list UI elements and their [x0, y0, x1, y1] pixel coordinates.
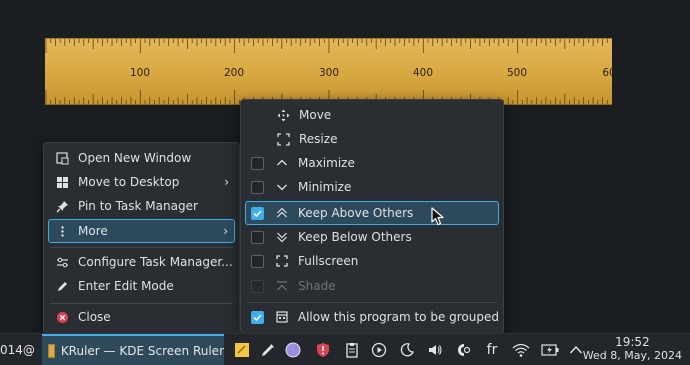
- close-icon: [54, 309, 70, 325]
- maximize-checkbox[interactable]: [251, 156, 264, 170]
- edit-icon: [54, 278, 70, 294]
- menu-item-move-to-desktop[interactable]: Move to Desktop ›: [48, 171, 235, 193]
- menu-item-label: Close: [78, 310, 111, 324]
- media-player-icon[interactable]: [369, 340, 389, 360]
- task-title: KRuler — KDE Screen Ruler: [60, 343, 224, 358]
- clock-date: Wed 8, May, 2024: [582, 349, 682, 362]
- color-circle-icon[interactable]: [283, 340, 303, 360]
- desktop-icon: [54, 174, 70, 190]
- clock-time: 19:52: [615, 335, 650, 349]
- menu-item-allow-grouping[interactable]: Allow this program to be grouped: [245, 306, 499, 328]
- volume-icon[interactable]: [425, 340, 445, 360]
- more-submenu: Move Resize Maximize Minimize Keep Above…: [240, 99, 504, 334]
- ruler-label: 200: [223, 67, 245, 79]
- menu-item-open-new-window[interactable]: Open New Window: [48, 147, 235, 169]
- maximize-icon: [274, 155, 290, 171]
- menu-item-resize[interactable]: Resize: [245, 128, 499, 150]
- taskbar-task-partial[interactable]: 014@: [0, 334, 40, 365]
- keep-below-checkbox[interactable]: [251, 230, 264, 244]
- kruler-window[interactable]: 100 200 300 400 500 60: [45, 38, 612, 105]
- checkmark-icon: [253, 313, 262, 321]
- menu-item-pin-to-task-manager[interactable]: Pin to Task Manager: [48, 195, 235, 217]
- wifi-icon[interactable]: [511, 340, 531, 360]
- fullscreen-icon: [274, 253, 290, 269]
- keyboard-layout-indicator[interactable]: fr: [482, 340, 502, 360]
- minimize-checkbox[interactable]: [251, 180, 264, 194]
- digital-clock[interactable]: 19:52 Wed 8, May, 2024: [582, 335, 682, 363]
- chevron-right-icon: ›: [223, 224, 228, 238]
- configure-icon: [54, 254, 70, 270]
- menu-item-move[interactable]: Move: [245, 104, 499, 126]
- menu-item-label: Maximize: [298, 156, 355, 170]
- menu-item-label: Enter Edit Mode: [78, 279, 174, 293]
- night-light-icon[interactable]: [397, 340, 417, 360]
- menu-item-label: Configure Task Manager...: [78, 255, 233, 269]
- menu-item-configure-task-manager[interactable]: Configure Task Manager...: [48, 251, 235, 273]
- move-icon: [275, 107, 291, 123]
- mouse-cursor-icon: [431, 207, 444, 226]
- clipboard-icon[interactable]: [342, 340, 362, 360]
- menu-item-maximize[interactable]: Maximize: [245, 152, 499, 174]
- ruler-label: 100: [129, 67, 151, 79]
- color-picker-icon[interactable]: [258, 340, 278, 360]
- menu-item-label: Shade: [298, 279, 336, 293]
- menu-item-enter-edit-mode[interactable]: Enter Edit Mode: [48, 275, 235, 297]
- menu-item-label: Open New Window: [78, 151, 192, 165]
- taskbar: 014@ KRuler — KDE Screen Ruler fr 19:52: [0, 333, 690, 365]
- menu-item-label: Resize: [299, 132, 338, 146]
- menu-item-label: Keep Below Others: [298, 230, 412, 244]
- pin-icon: [54, 198, 70, 214]
- notes-icon[interactable]: [232, 340, 252, 360]
- resize-icon: [275, 131, 291, 147]
- menu-item-label: Allow this program to be grouped: [297, 310, 499, 324]
- group-icon: [274, 309, 290, 325]
- new-window-icon: [54, 150, 70, 166]
- more-dots-icon: [54, 223, 70, 239]
- kdeconnect-icon[interactable]: [454, 340, 474, 360]
- menu-item-label: Move: [299, 108, 332, 122]
- ruler-label: 60: [602, 67, 612, 79]
- menu-separator: [247, 302, 497, 303]
- menu-item-keep-below-others[interactable]: Keep Below Others: [245, 226, 499, 248]
- taskbar-task-kruler[interactable]: KRuler — KDE Screen Ruler: [42, 334, 224, 365]
- keep-above-checkbox[interactable]: [251, 206, 264, 220]
- menu-separator: [50, 247, 233, 248]
- menu-item-label: Keep Above Others: [298, 206, 414, 220]
- ruler-label: 300: [318, 67, 340, 79]
- chevron-right-icon: ›: [224, 175, 229, 189]
- menu-item-label: More: [78, 224, 108, 238]
- menu-item-keep-above-others[interactable]: Keep Above Others: [245, 201, 499, 225]
- ruler-label: 500: [506, 67, 528, 79]
- menu-item-shade: Shade: [245, 275, 499, 297]
- task-title: 014@: [0, 342, 35, 357]
- minimize-icon: [274, 179, 290, 195]
- keep-below-icon: [274, 229, 290, 245]
- menu-item-label: Minimize: [298, 180, 352, 194]
- menu-item-label: Fullscreen: [298, 254, 359, 268]
- security-shield-icon[interactable]: [313, 340, 333, 360]
- menu-separator: [50, 303, 233, 304]
- shade-checkbox: [251, 279, 264, 293]
- shade-icon: [274, 278, 290, 294]
- task-context-menu: Open New Window Move to Desktop › Pin to…: [43, 142, 240, 334]
- kruler-app-icon: [48, 343, 55, 358]
- menu-item-more[interactable]: More ›: [48, 219, 235, 243]
- keep-above-icon: [274, 205, 290, 221]
- menu-item-fullscreen[interactable]: Fullscreen: [245, 250, 499, 272]
- fullscreen-checkbox[interactable]: [251, 254, 264, 268]
- checkmark-icon: [253, 209, 262, 217]
- allow-grouping-checkbox[interactable]: [251, 310, 264, 324]
- battery-icon[interactable]: [540, 340, 560, 360]
- menu-item-label: Move to Desktop: [78, 175, 180, 189]
- menu-item-minimize[interactable]: Minimize: [245, 176, 499, 198]
- menu-item-close[interactable]: Close: [48, 306, 235, 328]
- menu-item-label: Pin to Task Manager: [78, 199, 198, 213]
- ruler-label: 400: [412, 67, 434, 79]
